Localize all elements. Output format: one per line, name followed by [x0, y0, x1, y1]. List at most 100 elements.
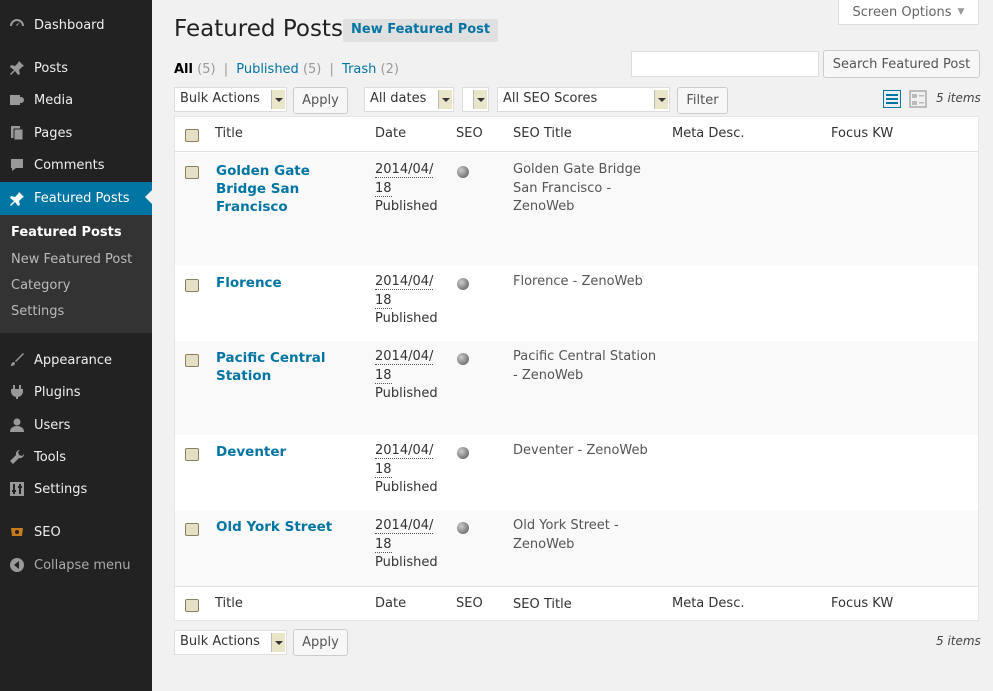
items-count-top: 5 items — [936, 91, 981, 105]
add-new-button[interactable]: New Featured Post — [343, 19, 499, 42]
post-status: Published — [375, 386, 438, 401]
excerpt-view-icon[interactable] — [909, 90, 927, 108]
view-published-link[interactable]: Published — [236, 62, 299, 77]
featured-posts-submenu: Featured Posts New Featured Post Categor… — [0, 215, 152, 333]
column-date[interactable]: Date — [375, 126, 406, 141]
bulk-actions-select-top[interactable]: Bulk Actions — [174, 87, 287, 112]
submenu-item-settings[interactable]: Settings — [11, 304, 64, 319]
sidebar-item-tools[interactable]: Tools — [0, 442, 152, 472]
seo-score-dot — [457, 353, 469, 365]
column-focus-kw: Focus KW — [831, 126, 894, 141]
dashboard-icon — [8, 16, 26, 34]
sidebar-item-label: Posts — [34, 60, 68, 76]
post-title-link[interactable]: Florence — [216, 274, 356, 292]
sidebar-item-media[interactable]: Media — [0, 85, 152, 115]
pin-icon — [8, 59, 26, 77]
bulk-actions-select-bottom[interactable]: Bulk Actions — [174, 630, 287, 655]
sidebar-item-comments[interactable]: Comments — [0, 150, 152, 180]
view-trash-count: (2) — [380, 62, 399, 77]
post-date: 2014/04/ 18 Published — [375, 161, 445, 217]
sidebar-item-label: Collapse menu — [34, 557, 131, 573]
date-part: 18 — [375, 180, 392, 197]
sidebar-item-label: Dashboard — [34, 17, 105, 33]
row-checkbox[interactable] — [185, 279, 199, 292]
select-all-checkbox[interactable] — [185, 129, 199, 142]
post-status: Published — [375, 480, 438, 495]
post-status: Published — [375, 311, 438, 326]
post-title-link[interactable]: Deventer — [216, 443, 356, 461]
sidebar-item-plugins[interactable]: Plugins — [0, 377, 152, 407]
date-part: 2014/04/ — [375, 518, 434, 534]
bulk-actions-value: Bulk Actions — [180, 91, 260, 106]
column-seo: SEO — [456, 126, 483, 141]
date-part: 18 — [375, 536, 392, 553]
items-count-bottom: 5 items — [936, 634, 981, 648]
separator: | — [329, 62, 334, 77]
view-all-link[interactable]: All — [174, 62, 193, 77]
view-trash-link[interactable]: Trash — [342, 62, 376, 77]
list-view-icon[interactable] — [882, 89, 902, 109]
filter-button[interactable]: Filter — [677, 87, 728, 114]
caret-down-icon: ▼ — [957, 7, 965, 17]
page-title: Featured Posts — [174, 16, 343, 42]
dates-select[interactable]: All dates — [364, 87, 454, 112]
sidebar-item-posts[interactable]: Posts — [0, 53, 152, 83]
comment-icon — [8, 156, 26, 174]
submenu-item-featured-posts[interactable]: Featured Posts — [11, 225, 122, 240]
row-checkbox[interactable] — [185, 166, 199, 179]
sidebar-item-label: Plugins — [34, 384, 81, 400]
post-date: 2014/04/ 18 Published — [375, 348, 445, 404]
sidebar-item-users[interactable]: Users — [0, 410, 152, 440]
active-arrow — [145, 190, 152, 204]
collapse-menu-button[interactable]: Collapse menu — [0, 550, 152, 580]
seo-score-dot — [457, 447, 469, 459]
sidebar-item-appearance[interactable]: Appearance — [0, 345, 152, 375]
status-filter-links: All (5) | Published (5) | Trash (2) — [174, 62, 399, 77]
table-row: Florence 2014/04/ 18 Published Florence … — [175, 266, 978, 341]
sidebar-item-featured-posts[interactable]: Featured Posts — [0, 182, 152, 215]
date-part: 2014/04/ — [375, 443, 434, 459]
row-checkbox[interactable] — [185, 354, 199, 367]
screen-options-toggle[interactable]: Screen Options ▼ — [838, 0, 979, 25]
seo-score-dot — [457, 166, 469, 178]
table-row: Deventer 2014/04/ 18 Published Deventer … — [175, 435, 978, 510]
sidebar-item-label: SEO — [34, 524, 61, 540]
column-seo-title: SEO Title — [513, 597, 572, 612]
column-meta-desc: Meta Desc. — [672, 126, 745, 141]
table-row: Old York Street 2014/04/ 18 Published Ol… — [175, 510, 978, 586]
chevron-down-icon — [271, 633, 285, 652]
post-status: Published — [375, 555, 438, 570]
row-checkbox[interactable] — [185, 523, 199, 536]
post-title-link[interactable]: Golden Gate Bridge San Francisco — [216, 162, 356, 216]
sidebar-item-dashboard[interactable]: Dashboard — [0, 10, 152, 40]
select-all-checkbox-footer[interactable] — [185, 599, 199, 612]
column-date[interactable]: Date — [375, 596, 406, 611]
separator: | — [223, 62, 229, 77]
column-title[interactable]: Title — [215, 126, 243, 141]
plugin-icon — [8, 383, 26, 401]
sidebar-item-seo[interactable]: SEO — [0, 517, 152, 547]
chevron-down-icon — [438, 90, 452, 109]
sidebar-item-label: Featured Posts — [34, 191, 130, 206]
user-icon — [8, 416, 26, 434]
search-button[interactable]: Search Featured Post — [823, 50, 980, 78]
submenu-item-new-featured-post[interactable]: New Featured Post — [11, 252, 132, 267]
search-input[interactable] — [631, 51, 819, 77]
view-published-count: (5) — [302, 62, 322, 77]
apply-button-bottom[interactable]: Apply — [293, 629, 348, 656]
post-title-link[interactable]: Pacific Central Station — [216, 349, 356, 385]
sidebar-item-pages[interactable]: Pages — [0, 118, 152, 148]
date-part: 2014/04/ — [375, 274, 434, 290]
table-row: Pacific Central Station 2014/04/ 18 Publ… — [175, 341, 978, 435]
seo-scores-select[interactable]: All SEO Scores — [497, 87, 670, 112]
column-title[interactable]: Title — [215, 596, 243, 611]
apply-button-top[interactable]: Apply — [293, 87, 348, 114]
post-title-link[interactable]: Old York Street — [216, 518, 356, 536]
sidebar-item-settings[interactable]: Settings — [0, 474, 152, 504]
submenu-item-category[interactable]: Category — [11, 278, 70, 293]
date-part: 18 — [375, 461, 392, 478]
category-select[interactable] — [462, 87, 489, 112]
row-checkbox[interactable] — [185, 448, 199, 461]
sidebar-item-label: Appearance — [34, 352, 113, 368]
seo-title-cell: Pacific Central Station - ZenoWeb — [513, 349, 657, 383]
